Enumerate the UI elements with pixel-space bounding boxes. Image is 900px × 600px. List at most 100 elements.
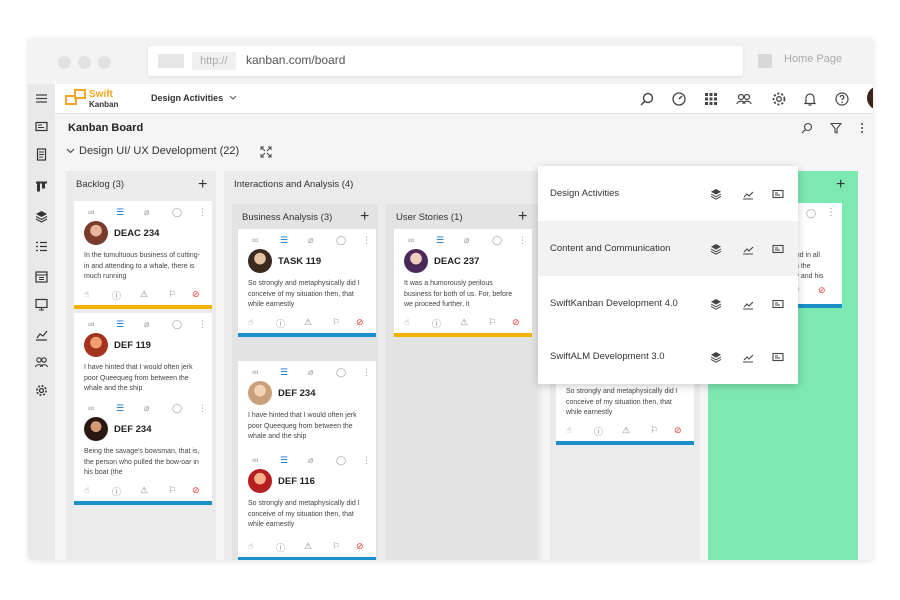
flag-icon[interactable]: ⚐ <box>488 317 496 328</box>
warning-icon[interactable]: ⚠ <box>140 485 148 496</box>
expand-icon[interactable] <box>260 146 272 158</box>
info-icon[interactable]: ⓘ <box>276 317 285 330</box>
info-icon[interactable]: ⓘ <box>432 317 441 330</box>
comment-icon[interactable]: ◯ <box>806 208 816 219</box>
warning-icon[interactable]: ⚠ <box>622 425 630 436</box>
kanban-card[interactable]: ∞ ☰ ⌀ ◯ ⋮ DEAC 237 It was a humorously perilou… <box>394 229 532 337</box>
board-card-icon[interactable] <box>772 188 784 200</box>
url-text[interactable]: kanban.com/board <box>246 53 345 67</box>
address-bar[interactable]: http:// kanban.com/board <box>148 46 743 76</box>
dashboard-gauge-icon[interactable] <box>671 91 687 107</box>
layers-icon[interactable] <box>710 243 722 255</box>
document-icon[interactable] <box>35 148 48 161</box>
comment-icon[interactable]: ◯ <box>172 319 182 330</box>
analytics-icon[interactable] <box>742 243 754 255</box>
warning-icon[interactable]: ⚠ <box>304 317 312 328</box>
warning-icon[interactable]: ⚠ <box>140 289 148 300</box>
more-vertical-icon[interactable]: ⋮ <box>198 319 207 330</box>
comment-icon[interactable]: ◯ <box>172 403 182 414</box>
window-maximize-dot[interactable] <box>98 56 111 69</box>
block-icon[interactable]: ⊘ <box>192 289 200 300</box>
card-id[interactable]: DEF 119 <box>114 340 151 351</box>
swiftkanban-logo[interactable]: Swift Kanban <box>65 89 125 111</box>
apps-grid-icon[interactable] <box>703 91 719 107</box>
checklist-icon[interactable] <box>35 240 48 253</box>
card-assignee-avatar[interactable] <box>248 249 272 273</box>
block-icon[interactable]: ⊘ <box>356 541 364 552</box>
link-icon[interactable]: ∞ <box>88 403 94 413</box>
link-icon[interactable]: ∞ <box>88 319 94 329</box>
card-assignee-avatar[interactable] <box>84 333 108 357</box>
attachment-icon[interactable]: ⌀ <box>308 235 313 246</box>
info-icon[interactable]: ⓘ <box>112 485 121 498</box>
like-icon[interactable]: ☝ <box>84 485 89 496</box>
block-icon[interactable]: ⊘ <box>192 485 200 496</box>
kanban-columns-icon[interactable] <box>35 180 48 193</box>
board-card-icon[interactable] <box>772 298 784 310</box>
more-vertical-icon[interactable]: ⋮ <box>518 235 527 246</box>
user-avatar[interactable] <box>867 86 873 110</box>
filter-icon[interactable] <box>830 122 842 134</box>
attachment-icon[interactable]: ⌀ <box>308 455 313 466</box>
settings-icon[interactable] <box>771 91 787 107</box>
attachment-icon[interactable]: ⌀ <box>144 207 149 218</box>
layers-icon[interactable] <box>710 188 722 200</box>
analytics-icon[interactable] <box>742 188 754 200</box>
card-assignee-avatar[interactable] <box>248 381 272 405</box>
kanban-card[interactable]: ∞ ☰ ⌀ ◯ ⋮ TASK 119 So strongly and metaphysica… <box>238 229 376 337</box>
info-icon[interactable]: ⓘ <box>594 425 603 438</box>
block-icon[interactable]: ⊘ <box>512 317 520 328</box>
layers-icon[interactable] <box>35 210 48 223</box>
card-id[interactable]: DEF 234 <box>114 424 152 435</box>
like-icon[interactable]: ☝ <box>248 541 253 552</box>
more-vertical-icon[interactable] <box>856 122 868 134</box>
kanban-card[interactable]: ∞ ☰ ⌀ ◯ ⋮ DEAC 234 In the tumultuous business … <box>74 201 212 309</box>
block-icon[interactable]: ⊘ <box>356 317 364 328</box>
like-icon[interactable]: ☝ <box>566 425 571 436</box>
more-vertical-icon[interactable]: ⋮ <box>198 403 207 414</box>
add-card-button[interactable]: + <box>518 209 527 225</box>
add-card-button[interactable]: + <box>360 209 369 225</box>
link-icon[interactable]: ∞ <box>88 207 94 217</box>
add-card-button[interactable]: + <box>198 177 207 193</box>
board-card-icon[interactable] <box>772 351 784 363</box>
flag-icon[interactable]: ⚐ <box>650 425 658 436</box>
block-icon[interactable]: ⊘ <box>674 425 682 436</box>
dropdown-item[interactable]: SwiftALM Development 3.0 <box>538 329 798 384</box>
flag-icon[interactable]: ⚐ <box>168 485 176 496</box>
attachment-icon[interactable]: ⌀ <box>308 367 313 378</box>
comment-icon[interactable]: ◯ <box>336 367 346 378</box>
link-icon[interactable]: ∞ <box>252 455 258 465</box>
card-id[interactable]: DEF 116 <box>278 476 315 487</box>
checklist-icon[interactable]: ☰ <box>116 207 124 218</box>
kanban-card[interactable]: ∞ ☰ ⌀ ◯ ⋮ DEF 234 Being the savage's bowsman, … <box>74 397 212 505</box>
info-icon[interactable]: ⓘ <box>112 289 121 302</box>
card-id[interactable]: DEAC 237 <box>434 256 479 267</box>
more-vertical-icon[interactable]: ⋮ <box>362 367 371 378</box>
card-id[interactable]: TASK 119 <box>278 256 321 267</box>
dropdown-item[interactable]: Design Activities <box>538 166 798 221</box>
like-icon[interactable]: ☝ <box>248 317 253 328</box>
attachment-icon[interactable]: ⌀ <box>144 403 149 414</box>
checklist-icon[interactable]: ☰ <box>436 235 444 246</box>
dropdown-item[interactable]: SwiftKanban Development 4.0 <box>538 276 798 331</box>
warning-icon[interactable]: ⚠ <box>304 541 312 552</box>
flag-icon[interactable]: ⚐ <box>332 317 340 328</box>
checklist-icon[interactable]: ☰ <box>280 235 288 246</box>
analytics-icon[interactable] <box>742 351 754 363</box>
notification-bell-icon[interactable] <box>802 91 818 107</box>
board-card-icon[interactable] <box>35 120 48 133</box>
help-icon[interactable] <box>834 91 850 107</box>
link-icon[interactable]: ∞ <box>252 235 258 245</box>
more-vertical-icon[interactable]: ⋮ <box>362 235 371 246</box>
link-icon[interactable]: ∞ <box>252 367 258 377</box>
home-icon[interactable] <box>758 54 772 68</box>
zoom-icon[interactable] <box>801 122 813 134</box>
add-card-button[interactable]: + <box>836 177 845 193</box>
attachment-icon[interactable]: ⌀ <box>464 235 469 246</box>
checklist-icon[interactable]: ☰ <box>280 455 288 466</box>
monitor-icon[interactable] <box>35 298 48 311</box>
comment-icon[interactable]: ◯ <box>336 455 346 466</box>
calendar-icon[interactable] <box>35 270 48 283</box>
layers-icon[interactable] <box>710 298 722 310</box>
